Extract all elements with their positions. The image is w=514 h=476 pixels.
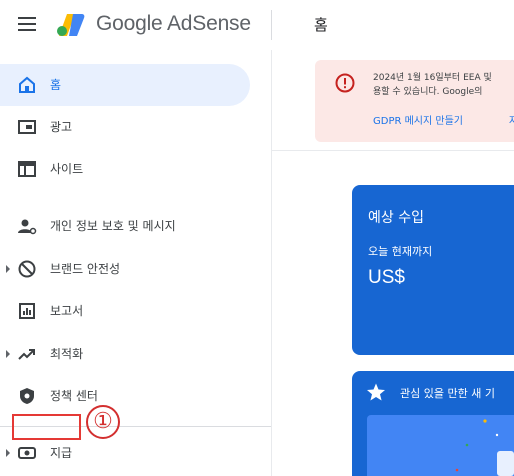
home-icon: [19, 76, 35, 93]
expand-arrow-icon[interactable]: [6, 350, 10, 358]
sidebar-item-label: 광고: [50, 120, 73, 134]
main-divider: [272, 150, 514, 151]
sidebar-border: [271, 50, 272, 476]
sidebar-item-label: 보고서: [50, 304, 84, 318]
top-app-bar: Google AdSense 홈: [0, 0, 514, 50]
sites-icon: [18, 161, 36, 177]
alert-secondary-link[interactable]: 자: [509, 112, 514, 127]
header-divider: [271, 10, 272, 40]
card-title: 예상 수입: [368, 210, 424, 226]
sidebar-item-reports[interactable]: 보고서: [0, 290, 250, 332]
trending-icon: [18, 349, 35, 360]
ads-icon: [18, 120, 36, 134]
sidebar-item-label: 개인 정보 보호 및 메시지: [50, 219, 176, 233]
star-icon: [367, 383, 385, 401]
sidebar-item-label: 브랜드 안전성: [50, 262, 121, 276]
sidebar-item-home[interactable]: 홈: [0, 64, 250, 106]
sidebar-item-sites[interactable]: 사이트: [0, 148, 250, 190]
gdpr-alert-banner: 2024년 1월 16일부터 EEA 및 용할 수 있습니다. Google의 …: [315, 60, 514, 142]
sidebar-nav: 홈 광고 사이트 개인 정보 보호 및 메시지 브랜드 안전성 보고서 최적화 …: [0, 50, 271, 476]
step-marker: ①: [86, 405, 120, 439]
sidebar-item-privacy-messaging[interactable]: 개인 정보 보호 및 메시지: [0, 205, 250, 247]
create-gdpr-message-link[interactable]: GDPR 메시지 만들기: [373, 112, 463, 127]
privacy-messaging-icon: [18, 219, 37, 235]
sidebar-item-ads[interactable]: 광고: [0, 106, 250, 148]
shield-icon: [20, 388, 34, 404]
expand-arrow-icon[interactable]: [6, 449, 10, 457]
alert-text: 2024년 1월 16일부터 EEA 및: [373, 73, 492, 83]
earnings-amount: US$: [368, 267, 405, 288]
recommendations-card[interactable]: 관심 있을 만한 새 기: [352, 371, 514, 476]
expand-arrow-icon[interactable]: [6, 265, 10, 273]
illustration-graphic: [455, 419, 514, 476]
sidebar-item-label: 사이트: [50, 162, 84, 176]
sidebar-item-label: 정책 센터: [50, 389, 98, 403]
brand-name[interactable]: Google AdSense: [96, 12, 251, 36]
page-title: 홈: [314, 16, 328, 34]
estimated-earnings-card[interactable]: 예상 수입 오늘 현재까지 US$: [352, 185, 514, 355]
sidebar-item-optimization[interactable]: 최적화: [0, 333, 250, 375]
block-icon: [18, 260, 36, 278]
sidebar-item-label: 홈: [50, 78, 62, 92]
sidebar-item-policy-center[interactable]: 정책 센터: [0, 375, 250, 417]
error-icon: [335, 73, 355, 93]
adsense-logo-icon[interactable]: [55, 11, 87, 39]
sidebar-item-label: 최적화: [50, 347, 84, 361]
sidebar-item-brand-safety[interactable]: 브랜드 안전성: [0, 248, 250, 290]
highlight-box: [12, 414, 81, 440]
card-title: 관심 있을 만한 새 기: [400, 387, 495, 400]
payments-icon: [18, 447, 36, 459]
alert-text: 용할 수 있습니다. Google의: [373, 87, 483, 97]
illustration: [367, 415, 514, 476]
card-subtitle: 오늘 현재까지: [368, 245, 433, 258]
menu-icon[interactable]: [18, 17, 36, 31]
reports-icon: [19, 303, 35, 319]
sidebar-item-label: 지급: [50, 446, 73, 460]
card-header: 관심 있을 만한 새 기: [352, 371, 514, 413]
